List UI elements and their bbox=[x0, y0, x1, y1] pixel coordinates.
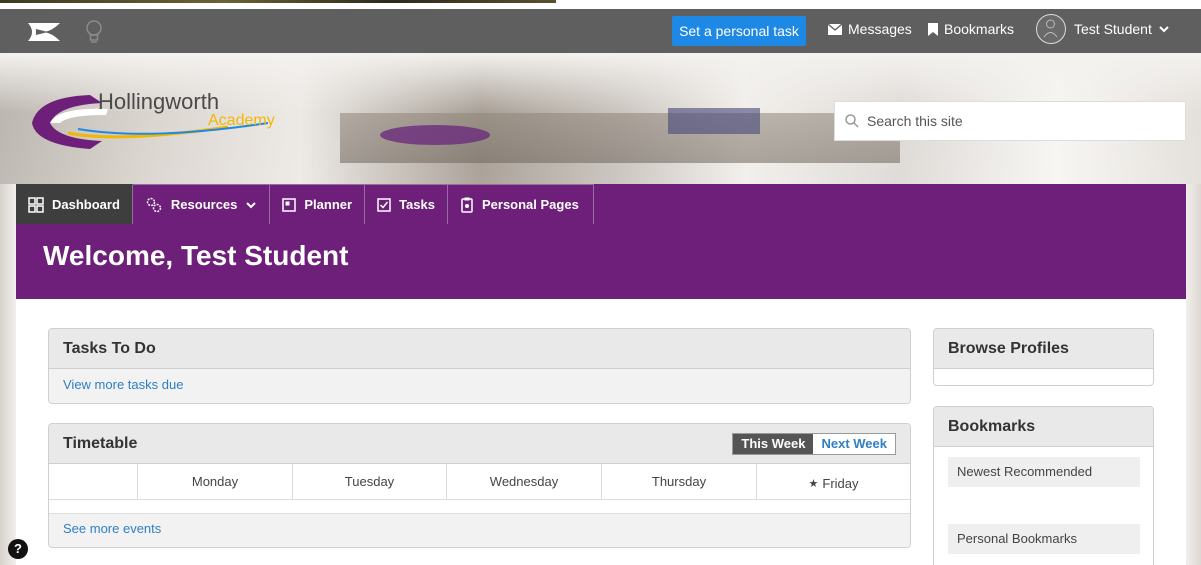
nav-tasks[interactable]: Tasks bbox=[365, 184, 448, 224]
bookmark-icon bbox=[928, 22, 938, 36]
help-button[interactable]: ? bbox=[8, 539, 28, 559]
browse-profiles-title: Browse Profiles bbox=[934, 329, 1153, 369]
page-icon bbox=[461, 197, 473, 213]
nav-planner-label: Planner bbox=[304, 197, 353, 212]
tasks-panel: Tasks To Do View more tasks due bbox=[48, 328, 911, 404]
grid-icon bbox=[28, 196, 44, 213]
messages-label: Messages bbox=[848, 21, 912, 37]
timetable-title: Timetable bbox=[63, 434, 138, 452]
nav-planner[interactable]: Planner bbox=[270, 184, 366, 224]
hero-purple-feature bbox=[380, 125, 490, 145]
timetable-day-row: Monday Tuesday Wednesday Thursday ★ Frid… bbox=[49, 464, 910, 500]
hero-sign bbox=[668, 108, 760, 134]
checkbox-icon bbox=[377, 197, 391, 212]
user-icon bbox=[1043, 19, 1058, 38]
nav-tasks-label: Tasks bbox=[399, 197, 435, 212]
bookmarks-label: Bookmarks bbox=[944, 21, 1015, 37]
hero-banner: Hollingworth Academy bbox=[0, 53, 1201, 184]
this-week-button[interactable]: This Week bbox=[733, 434, 814, 454]
user-menu[interactable]: Test Student bbox=[1074, 21, 1170, 37]
search-input[interactable] bbox=[867, 113, 1167, 129]
view-more-tasks-link[interactable]: View more tasks due bbox=[63, 377, 183, 392]
next-week-button[interactable]: Next Week bbox=[813, 434, 895, 454]
right-background bbox=[1186, 184, 1201, 565]
nav-personal-pages[interactable]: Personal Pages bbox=[447, 184, 594, 224]
left-background bbox=[0, 184, 16, 565]
browse-profiles-panel: Browse Profiles bbox=[933, 328, 1154, 386]
tasks-panel-title: Tasks To Do bbox=[49, 329, 910, 369]
envelope-icon bbox=[828, 23, 842, 35]
search-box[interactable] bbox=[834, 101, 1186, 141]
bookmark-item-newest-recommended[interactable]: Newest Recommended bbox=[948, 457, 1140, 487]
nav-dashboard-label: Dashboard bbox=[52, 197, 120, 212]
bookmark-item-personal-bookmarks[interactable]: Personal Bookmarks bbox=[948, 524, 1140, 554]
user-name: Test Student bbox=[1074, 21, 1152, 37]
brand-name: Hollingworth bbox=[98, 89, 219, 114]
top-decorative-strip bbox=[0, 0, 556, 3]
timetable-header: Timetable This Week Next Week bbox=[49, 424, 910, 464]
avatar[interactable] bbox=[1036, 14, 1066, 44]
day-header-wednesday: Wednesday bbox=[447, 464, 602, 499]
timetable-corner-cell bbox=[49, 464, 138, 499]
school-logo[interactable]: Hollingworth Academy bbox=[28, 83, 318, 153]
app-logo-icon[interactable] bbox=[24, 19, 64, 45]
chevron-down-icon bbox=[1159, 26, 1169, 33]
timetable-panel: Timetable This Week Next Week Monday Tue… bbox=[48, 423, 911, 548]
nav-resources-label: Resources bbox=[170, 197, 238, 212]
chevron-down-icon bbox=[246, 201, 257, 208]
planner-icon bbox=[282, 197, 297, 212]
cogs-icon bbox=[146, 197, 162, 212]
top-bar: Set a personal task Messages Bookmarks T… bbox=[0, 9, 1201, 53]
bookmarks-panel: Bookmarks Newest Recommended Personal Bo… bbox=[933, 406, 1154, 565]
nav-dashboard[interactable]: Dashboard bbox=[16, 184, 133, 224]
search-icon bbox=[845, 114, 859, 128]
timetable-events-row bbox=[49, 500, 910, 514]
see-more-events-link[interactable]: See more events bbox=[63, 521, 161, 536]
nav-resources[interactable]: Resources bbox=[132, 184, 271, 224]
page-title: Welcome, Test Student bbox=[43, 240, 349, 271]
day-header-friday-label: Friday bbox=[822, 476, 859, 491]
day-header-monday: Monday bbox=[138, 464, 293, 499]
week-toggle: This Week Next Week bbox=[732, 433, 896, 455]
brand-sub: Academy bbox=[208, 112, 275, 129]
day-header-thursday: Thursday bbox=[602, 464, 757, 499]
current-day-star-icon: ★ bbox=[808, 478, 819, 490]
messages-link[interactable]: Messages bbox=[828, 21, 912, 37]
nav-personal-pages-label: Personal Pages bbox=[481, 197, 579, 212]
bookmarks-link[interactable]: Bookmarks bbox=[928, 21, 1014, 37]
day-header-friday: ★ Friday bbox=[757, 464, 910, 499]
lightbulb-icon[interactable] bbox=[84, 18, 104, 46]
day-header-tuesday: Tuesday bbox=[293, 464, 447, 499]
set-personal-task-button[interactable]: Set a personal task bbox=[672, 16, 806, 46]
bookmarks-panel-title: Bookmarks bbox=[934, 407, 1153, 447]
main-nav: Dashboard Resources Planner Tasks Person bbox=[16, 184, 594, 224]
